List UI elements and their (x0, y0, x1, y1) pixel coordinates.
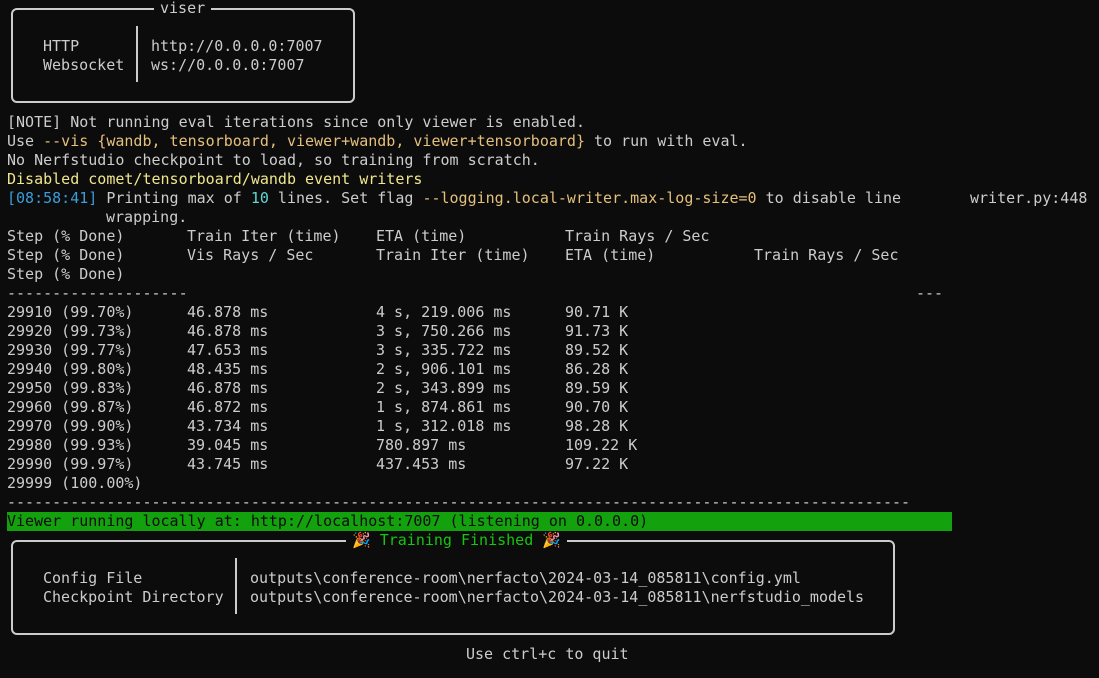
log-number: 10 (250, 189, 269, 207)
row-train-rays: 86.28 K (565, 360, 629, 378)
use-prefix: Use (7, 132, 44, 150)
row-train-iter: 46.878 ms (187, 379, 269, 397)
viser-websocket-label: Websocket (43, 56, 125, 74)
row-eta: 4 s, 219.006 ms (376, 303, 512, 321)
row-step: 29910 (99.70%) (7, 303, 134, 321)
bottom-rule: ----------------------------------------… (7, 493, 911, 511)
log-wrap-text: wrapping. (106, 208, 188, 226)
note-line: [NOTE] Not running eval iterations since… (7, 113, 585, 131)
viser-http-label: HTTP (43, 37, 80, 55)
header3-step: Step (% Done) (7, 265, 125, 283)
dash-right: --- (916, 284, 944, 302)
vis-options: {wandb, tensorboard, viewer+wandb, viewe… (97, 132, 585, 150)
checkpoint-dir-label: Checkpoint Directory (43, 588, 224, 606)
config-file-value: outputs\conference-room\nerfacto\2024-03… (250, 569, 801, 587)
row-train-iter: 48.435 ms (187, 360, 269, 378)
row-eta: 2 s, 906.101 ms (376, 360, 512, 378)
viser-http-value: http://0.0.0.0:7007 (151, 37, 323, 55)
row-train-rays: 109.22 K (565, 436, 638, 454)
log-line: [08:58:41] Printing max of 10 lines. Set… (7, 189, 901, 208)
row-step: 29960 (99.87%) (7, 398, 134, 416)
vis-flag: --vis (43, 132, 89, 150)
header2-train-iter: Train Iter (time) (376, 246, 530, 264)
viser-box-title: viser (154, 0, 212, 18)
row-eta: 3 s, 335.722 ms (376, 341, 512, 359)
viser-websocket-value: ws://0.0.0.0:7007 (151, 56, 305, 74)
last-row-step: 29999 (100.00%) (7, 474, 143, 492)
log-text-1: Printing max of (97, 189, 251, 207)
row-eta: 1 s, 874.861 ms (376, 398, 512, 416)
row-eta: 3 s, 750.266 ms (376, 322, 512, 340)
row-train-iter: 47.653 ms (187, 341, 269, 359)
dash-left: -------------------- (7, 284, 188, 302)
quit-hint: Use ctrl+c to quit (466, 645, 629, 663)
row-train-rays: 91.73 K (565, 322, 629, 340)
disabled-writers-line: Disabled comet/tensorboard/wandb event w… (7, 170, 423, 188)
row-train-iter: 43.745 ms (187, 455, 269, 473)
row-eta: 780.897 ms (376, 436, 467, 454)
checkpoint-dir-value: outputs\conference-room\nerfacto\2024-03… (250, 588, 865, 606)
training-finished-title: 🎉 Training Finished 🎉 (346, 531, 567, 550)
row-train-rays: 98.28 K (565, 417, 629, 435)
row-step: 29920 (99.73%) (7, 322, 134, 340)
row-train-rays: 90.70 K (565, 398, 629, 416)
header-step: Step (% Done) (7, 227, 125, 245)
row-eta: 2 s, 343.899 ms (376, 379, 512, 397)
row-train-rays: 90.71 K (565, 303, 629, 321)
checkpoint-line: No Nerfstudio checkpoint to load, so tra… (7, 151, 540, 169)
row-train-rays: 97.22 K (565, 455, 629, 473)
log-timestamp: [08:58:41] (7, 189, 98, 207)
finished-box-separator (235, 558, 237, 614)
row-step: 29950 (99.83%) (7, 379, 134, 397)
log-source: writer.py:448 (970, 189, 1088, 207)
row-train-rays: 89.52 K (565, 341, 629, 359)
config-file-label: Config File (43, 569, 143, 587)
row-step: 29990 (99.97%) (7, 455, 134, 473)
row-train-iter: 46.878 ms (187, 322, 269, 340)
header2-train-rays: Train Rays / Sec (754, 246, 899, 264)
row-train-iter: 46.872 ms (187, 398, 269, 416)
row-train-iter: 43.734 ms (187, 417, 269, 435)
viewer-status-bar: Viewer running locally at: http://localh… (7, 512, 952, 531)
row-eta: 437.453 ms (376, 455, 467, 473)
vis-usage-line: Use --vis {wandb, tensorboard, viewer+wa… (7, 132, 748, 151)
row-train-rays: 89.59 K (565, 379, 629, 397)
row-step: 29930 (99.77%) (7, 341, 134, 359)
row-train-iter: 46.878 ms (187, 303, 269, 321)
log-text-3: to disable line (756, 189, 902, 207)
viser-box-separator (136, 26, 138, 82)
header-eta: ETA (time) (376, 227, 467, 245)
log-text-2: lines. Set flag (268, 189, 423, 207)
header2-vis-rays: Vis Rays / Sec (187, 246, 314, 264)
header-train-rays: Train Rays / Sec (565, 227, 710, 245)
header2-eta: ETA (time) (565, 246, 656, 264)
log-flag: --logging.local-writer.max-log-size=0 (422, 189, 757, 207)
row-eta: 1 s, 312.018 ms (376, 417, 512, 435)
row-step: 29970 (99.90%) (7, 417, 134, 435)
header2-step: Step (% Done) (7, 246, 125, 264)
header-train-iter: Train Iter (time) (187, 227, 341, 245)
row-train-iter: 39.045 ms (187, 436, 269, 454)
row-step: 29940 (99.80%) (7, 360, 134, 378)
row-step: 29980 (99.93%) (7, 436, 134, 454)
use-suffix: to run with eval. (584, 132, 748, 150)
